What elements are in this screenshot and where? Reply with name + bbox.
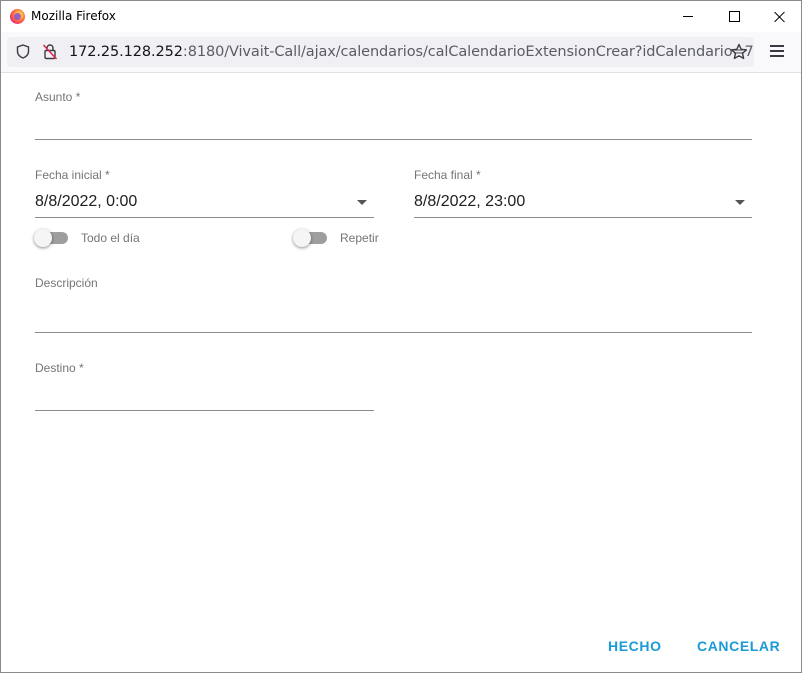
dropdown-arrow-icon[interactable] bbox=[357, 200, 367, 205]
todo-el-dia-label: Todo el día bbox=[81, 231, 140, 245]
window-title: Mozilla Firefox bbox=[31, 9, 116, 23]
fecha-inicial-value[interactable]: 8/8/2022, 0:00 bbox=[35, 193, 137, 211]
url-host: 172.25.128.252 bbox=[69, 44, 183, 60]
fecha-final-value[interactable]: 8/8/2022, 23:00 bbox=[414, 193, 525, 211]
descripcion-underline bbox=[35, 332, 752, 333]
firefox-logo-icon bbox=[10, 9, 25, 24]
url-bar[interactable]: 172.25.128.252:8180/Vivait-Call/ajax/cal… bbox=[7, 37, 754, 67]
minimize-button[interactable] bbox=[665, 1, 711, 32]
dropdown-arrow-icon[interactable] bbox=[735, 200, 745, 205]
close-button[interactable] bbox=[757, 1, 802, 32]
url-path: :8180/Vivait-Call/ajax/calendarios/calCa… bbox=[182, 44, 754, 60]
todo-el-dia-toggle[interactable] bbox=[34, 228, 70, 248]
fecha-final-label: Fecha final * bbox=[414, 168, 481, 182]
destino-underline bbox=[35, 410, 374, 411]
hamburger-menu-icon[interactable] bbox=[770, 45, 784, 57]
asunto-label: Asunto * bbox=[35, 90, 81, 104]
maximize-icon bbox=[728, 11, 740, 22]
navigation-bar: 172.25.128.252:8180/Vivait-Call/ajax/cal… bbox=[1, 32, 801, 73]
minimize-icon bbox=[683, 16, 693, 17]
fecha-final-underline bbox=[414, 217, 752, 218]
descripcion-label: Descripción bbox=[35, 276, 98, 290]
toggle-thumb bbox=[34, 229, 52, 247]
cancelar-button[interactable]: CANCELAR bbox=[697, 638, 780, 654]
hecho-button[interactable]: HECHO bbox=[608, 638, 662, 654]
url-text[interactable]: 172.25.128.252:8180/Vivait-Call/ajax/cal… bbox=[69, 44, 754, 60]
destino-label: Destino * bbox=[35, 361, 84, 375]
asunto-underline bbox=[35, 139, 752, 140]
repetir-toggle[interactable] bbox=[293, 228, 329, 248]
shield-icon[interactable] bbox=[16, 44, 30, 59]
fecha-inicial-label: Fecha inicial * bbox=[35, 168, 110, 182]
toggle-thumb bbox=[293, 229, 311, 247]
fecha-inicial-underline bbox=[35, 217, 374, 218]
browser-window: Mozilla Firefox 172.25.128.252:8180/Viva… bbox=[0, 0, 802, 673]
repetir-label: Repetir bbox=[340, 231, 379, 245]
insecure-lock-icon[interactable] bbox=[42, 43, 58, 60]
title-bar: Mozilla Firefox bbox=[1, 1, 801, 32]
star-icon[interactable] bbox=[730, 43, 748, 61]
event-form: Asunto * Fecha inicial * 8/8/2022, 0:00 … bbox=[1, 73, 801, 672]
maximize-button[interactable] bbox=[711, 1, 757, 32]
close-icon bbox=[774, 11, 786, 23]
